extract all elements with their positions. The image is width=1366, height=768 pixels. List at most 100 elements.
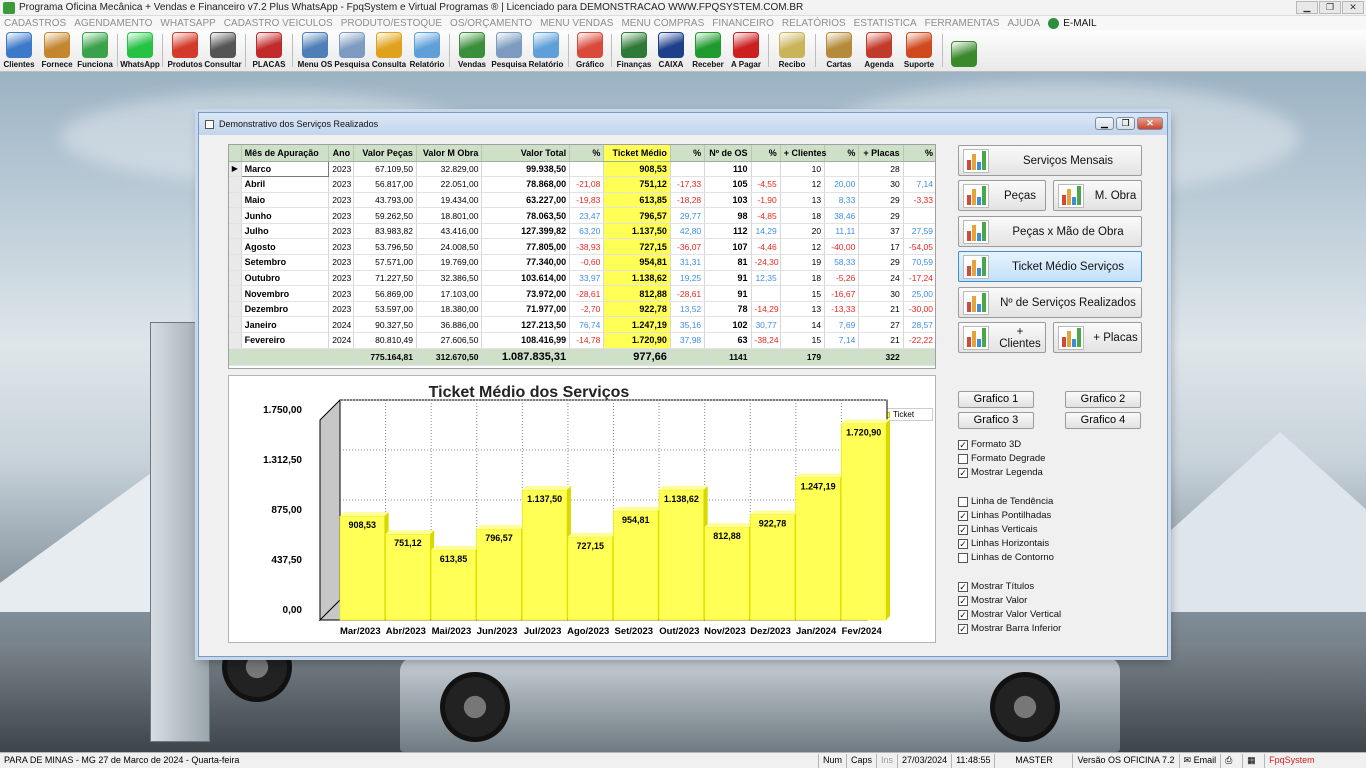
maximize-button[interactable]: ❐ (1319, 1, 1341, 14)
toolbar-button[interactable]: Receber (689, 30, 727, 71)
option-checkbox[interactable]: ✓ Linhas Pontilhadas (958, 510, 1051, 521)
table-row[interactable]: Setembro 2023 57.571,00 19.769,00 77.340,00-… (229, 254, 935, 271)
chart-option-button[interactable]: Peças x Mão de Obra (958, 216, 1142, 247)
toolbar-button[interactable]: CAIXA (653, 30, 689, 71)
table-row[interactable]: Abril 2023 56.817,00 22.051,00 78.868,00 -21,… (229, 176, 935, 193)
grid-column-header[interactable]: Mês de Apuração (241, 145, 330, 162)
toolbar-button[interactable]: Suporte (899, 30, 939, 71)
toolbar-button[interactable]: Fornece (38, 30, 76, 71)
grid-column-header[interactable]: % (670, 145, 706, 162)
table-row[interactable]: Fevereiro 2024 80.810,49 27.606,50 108.416,9… (229, 332, 935, 349)
menu-item[interactable]: ESTATISTICA (854, 18, 917, 29)
menu-item[interactable]: FINANCEIRO (712, 18, 774, 29)
grid-column-header[interactable]: Ticket Médio (603, 145, 671, 162)
grid-column-header[interactable]: + Clientes (780, 145, 827, 162)
grafico-button[interactable]: Grafico 1 (958, 391, 1034, 408)
close-button[interactable]: ✕ (1342, 1, 1364, 14)
chart-option-button[interactable]: M. Obra (1053, 180, 1142, 211)
table-row[interactable]: Janeiro 2024 90.327,50 36.886,00 127.213,50 7… (229, 316, 935, 334)
toolbar-button[interactable]: WhatsApp (120, 30, 160, 71)
toolbar-button[interactable]: Agenda (859, 30, 899, 71)
table-row[interactable]: ▶ Marco 2023 67.109,50 32.829,00 99.938,50 908… (229, 160, 935, 178)
menu-item[interactable]: OS/ORÇAMENTO (450, 18, 532, 29)
grid-cell-total: 78.868,00 (481, 176, 571, 193)
table-row[interactable]: Julho 2023 83.983,82 43.416,00 127.399,82 63,… (229, 223, 935, 240)
menu-item[interactable]: AJUDA (1007, 18, 1040, 29)
toolbar-button[interactable]: Consulta (370, 30, 408, 71)
grafico-button[interactable]: Grafico 3 (958, 412, 1034, 429)
option-checkbox[interactable]: ✓ Mostrar Barra Inferior (958, 623, 1061, 634)
minimize-button[interactable]: ▁ (1296, 1, 1318, 14)
toolbar-button[interactable]: A Pagar (727, 30, 765, 71)
chart-option-button[interactable]: Peças (958, 180, 1046, 211)
dialog-maximize-button[interactable]: ❐ (1116, 117, 1135, 130)
grid-column-header[interactable]: Valor Total (481, 145, 571, 162)
grid-column-header[interactable]: Nº de OS (704, 145, 752, 162)
grid-column-header[interactable]: % (824, 145, 860, 162)
grid-column-header[interactable]: % (569, 145, 605, 162)
grid-column-header[interactable]: Valor Peças (353, 145, 417, 162)
status-email[interactable]: ✉ Email (1178, 753, 1221, 768)
toolbar-button[interactable]: Consultar (204, 30, 242, 71)
menu-item[interactable]: FERRAMENTAS (925, 18, 1000, 29)
table-row[interactable]: Dezembro 2023 53.597,00 18.380,00 71.977,00-… (229, 301, 935, 318)
toolbar-button[interactable] (946, 30, 982, 71)
toolbar-button[interactable]: Produtos (166, 30, 204, 71)
toolbar-button[interactable]: Pesquisa (491, 30, 527, 71)
toolbar-button[interactable]: Cartas (819, 30, 859, 71)
option-checkbox[interactable]: Formato Degrade (958, 453, 1045, 464)
menu-item[interactable]: CADASTROS (4, 18, 66, 29)
menu-item[interactable]: RELATÓRIOS (782, 18, 846, 29)
chart-option-button[interactable]: + Placas (1053, 322, 1142, 353)
toolbar-button[interactable]: Gráfico (572, 30, 608, 71)
grafico-button[interactable]: Grafico 4 (1065, 412, 1141, 429)
calculator-icon[interactable]: ▦ (1242, 753, 1264, 768)
toolbar-button[interactable]: Relatório (527, 30, 565, 71)
grid-column-header[interactable]: % (751, 145, 781, 162)
menu-item[interactable]: PRODUTO/ESTOQUE (341, 18, 442, 29)
toolbar-button[interactable]: Pesquisa (334, 30, 370, 71)
option-checkbox[interactable]: ✓ Linhas Verticais (958, 524, 1038, 535)
services-grid[interactable]: Mês de Apuração Ano Valor Peças Valor M Obr… (228, 144, 936, 369)
grid-cell-placas: 21 (858, 332, 904, 349)
chart-option-button[interactable]: Serviços Mensais (958, 145, 1142, 176)
toolbar-button[interactable]: Menu OS (296, 30, 334, 71)
printer-icon[interactable]: ⎙ (1220, 753, 1242, 768)
toolbar-button[interactable]: PLACAS (249, 30, 289, 71)
menu-item[interactable]: WHATSAPP (160, 18, 215, 29)
toolbar-button[interactable]: Vendas (453, 30, 491, 71)
option-checkbox[interactable]: ✓ Mostrar Títulos (958, 581, 1034, 592)
option-checkbox[interactable]: ✓ Mostrar Valor Vertical (958, 609, 1061, 620)
option-checkbox[interactable]: ✓ Linhas Horizontais (958, 538, 1049, 549)
option-checkbox[interactable]: Linha de Tendência (958, 496, 1053, 507)
table-row[interactable]: Junho 2023 59.262,50 18.801,00 78.063,50 23,4… (229, 207, 935, 224)
chart-option-button[interactable]: Nº de Serviços Realizados (958, 287, 1142, 318)
option-checkbox[interactable]: ✓ Mostrar Legenda (958, 467, 1043, 478)
menu-email[interactable]: E-MAIL (1048, 17, 1097, 29)
grafico-button[interactable]: Grafico 2 (1065, 391, 1141, 408)
grid-column-header[interactable]: + Placas (858, 145, 904, 162)
dialog-close-button[interactable]: ✕ (1137, 117, 1163, 130)
grid-column-header[interactable]: Valor M Obra (416, 145, 483, 162)
table-row[interactable]: Maio 2023 43.793,00 19.434,00 63.227,00 -19,8… (229, 192, 935, 209)
table-row[interactable]: Outubro 2023 71.227,50 32.386,50 103.614,00 3… (229, 270, 935, 287)
menu-item[interactable]: MENU COMPRAS (621, 18, 704, 29)
option-checkbox[interactable]: ✓ Mostrar Valor (958, 595, 1027, 606)
table-row[interactable]: Agosto 2023 53.796,50 24.008,50 77.805,00 -38… (229, 238, 935, 256)
grid-column-header[interactable]: Ano (328, 145, 355, 162)
toolbar-button[interactable]: Finanças (615, 30, 653, 71)
menu-item[interactable]: AGENDAMENTO (74, 18, 152, 29)
toolbar-button[interactable]: Relatório (408, 30, 446, 71)
chart-option-button[interactable]: Ticket Médio Serviços (958, 251, 1142, 282)
toolbar-button[interactable]: Recibo (772, 30, 812, 71)
chart-option-button[interactable]: + Clientes (958, 322, 1046, 353)
table-row[interactable]: Novembro 2023 56.869,00 17.103,00 73.972,00-… (229, 285, 935, 302)
dialog-minimize-button[interactable]: ▁ (1095, 117, 1114, 130)
grid-column-header[interactable]: % (903, 145, 935, 162)
toolbar-button[interactable]: Clientes (0, 30, 38, 71)
menu-item[interactable]: MENU VENDAS (540, 18, 613, 29)
menu-item[interactable]: CADASTRO VEICULOS (224, 18, 333, 29)
toolbar-button[interactable]: Funciona (76, 30, 114, 71)
option-checkbox[interactable]: ✓ Formato 3D (958, 439, 1021, 450)
option-checkbox[interactable]: Linhas de Contorno (958, 552, 1054, 563)
